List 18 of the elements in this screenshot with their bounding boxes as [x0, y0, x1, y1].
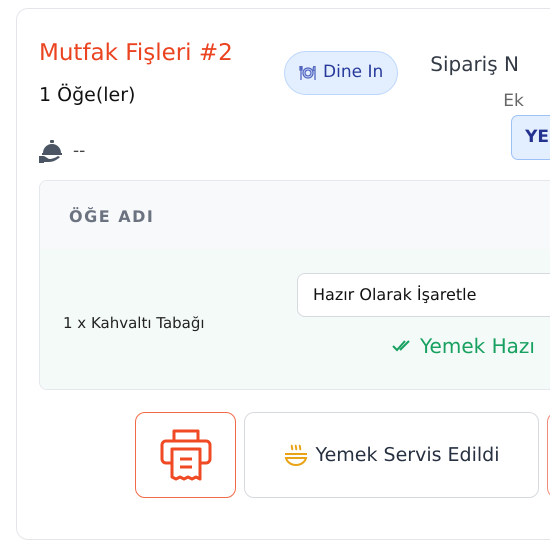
ready-status: Yemek Hazı	[420, 333, 535, 360]
served-button[interactable]: Yemek Servis Edildi	[244, 412, 539, 498]
order-number-label: Sipariş N	[430, 51, 519, 78]
item-name: 1 x Kahvaltı Tabağı	[63, 314, 205, 332]
column-header: ÖĞE ADI	[69, 206, 156, 228]
receipt-printer-icon	[158, 427, 212, 483]
ticket-title: Mutfak Fişleri #2	[39, 39, 234, 67]
item-count: 1 Öğe(ler)	[39, 82, 136, 108]
order-subtext: Ek	[503, 90, 524, 113]
double-check-icon	[392, 340, 412, 352]
soup-bowl-icon	[284, 444, 308, 466]
status-button[interactable]: YE	[511, 114, 550, 160]
action-select[interactable]: Hazır Olarak İşaretle	[297, 273, 550, 317]
plate-cutlery-icon	[299, 65, 317, 81]
waiter-cloche-icon	[39, 139, 65, 164]
order-type-text: Dine In	[323, 61, 384, 84]
print-button[interactable]	[135, 412, 236, 498]
waiter-name: --	[73, 140, 86, 162]
